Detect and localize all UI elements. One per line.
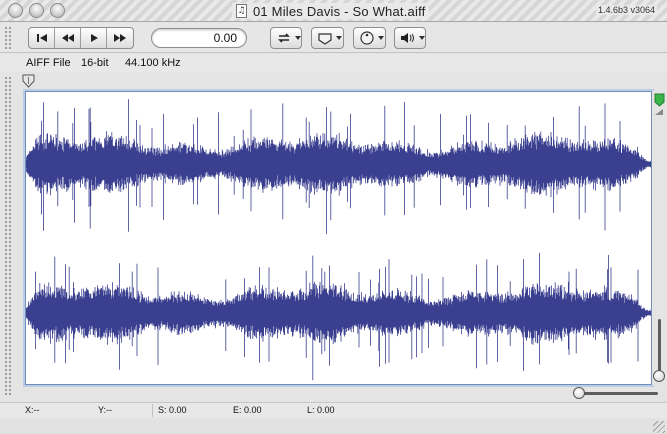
loop-mode-dropdown[interactable] [270, 27, 302, 49]
window-title-group: ♫ 01 Miles Davis - So What.aiff [232, 3, 430, 19]
chevron-down-icon [336, 36, 342, 40]
minimize-window-button[interactable] [29, 3, 44, 18]
triangle-marker-icon [655, 109, 663, 115]
title-bar[interactable]: ♫ 01 Miles Davis - So What.aiff 1.4.6b3 … [0, 0, 667, 22]
green-marker-icon[interactable] [654, 93, 665, 107]
left-grip-handle[interactable] [4, 76, 12, 396]
window-title: 01 Miles Davis - So What.aiff [253, 3, 426, 19]
fast-forward-button[interactable] [107, 28, 133, 48]
play-icon [90, 34, 98, 42]
toolbar: 0.00 [0, 23, 667, 53]
waveform-channel [26, 252, 651, 381]
waveform-channel [26, 99, 651, 235]
selection-length-readout: L: 0.00 [307, 405, 335, 415]
document-music-icon: ♫ [236, 4, 247, 18]
cursor-y-readout: Y:-- [98, 405, 113, 415]
marker-icon [318, 32, 332, 45]
resize-grip-icon[interactable] [653, 421, 665, 433]
chevron-down-icon [295, 36, 301, 40]
playhead-icon[interactable] [22, 74, 36, 90]
close-window-button[interactable] [8, 3, 23, 18]
horizontal-zoom-track[interactable] [578, 392, 658, 395]
play-button[interactable] [81, 28, 107, 48]
status-divider [152, 404, 153, 417]
selection-end-readout: E: 0.00 [233, 405, 262, 415]
knob-icon [360, 31, 374, 45]
toolbar-grip-handle[interactable] [4, 26, 12, 50]
selection-start-readout: S: 0.00 [158, 405, 187, 415]
file-info-bar: AIFF File 16-bit 44.100 kHz [0, 54, 667, 72]
chevron-down-icon [419, 36, 425, 40]
loop-icon [278, 33, 290, 43]
zoom-window-button[interactable] [50, 3, 65, 18]
knob-dropdown[interactable] [353, 27, 386, 49]
sample-rate-label: 44.100 kHz [125, 57, 181, 69]
skip-to-start-button[interactable] [29, 28, 55, 48]
vertical-zoom-track[interactable] [658, 319, 661, 375]
volume-dropdown[interactable] [394, 27, 426, 49]
volume-icon [401, 33, 414, 43]
chevron-down-icon [378, 36, 384, 40]
waveform-view[interactable] [25, 91, 652, 385]
rewind-button[interactable] [55, 28, 81, 48]
cursor-x-readout: X:-- [25, 405, 40, 415]
bit-depth-label: 16-bit [81, 57, 109, 69]
marker-dropdown[interactable] [311, 27, 344, 49]
horizontal-zoom-knob[interactable] [573, 387, 585, 399]
version-label: 1.4.6b3 v3064 [595, 5, 657, 15]
time-position-field[interactable]: 0.00 [151, 28, 247, 48]
status-bar: X:-- Y:-- S: 0.00 E: 0.00 L: 0.00 [0, 402, 667, 418]
bottom-strip [0, 418, 667, 434]
right-rail [652, 91, 667, 385]
rewind-icon [61, 34, 74, 42]
waveform-display[interactable] [26, 92, 651, 384]
skip-to-start-icon [36, 34, 47, 42]
left-gutter [0, 72, 22, 399]
file-format-label: AIFF File [26, 57, 71, 69]
vertical-zoom-knob[interactable] [653, 370, 665, 382]
fast-forward-icon [114, 34, 126, 42]
timeline-ruler[interactable] [22, 72, 650, 90]
transport-controls [28, 27, 134, 49]
